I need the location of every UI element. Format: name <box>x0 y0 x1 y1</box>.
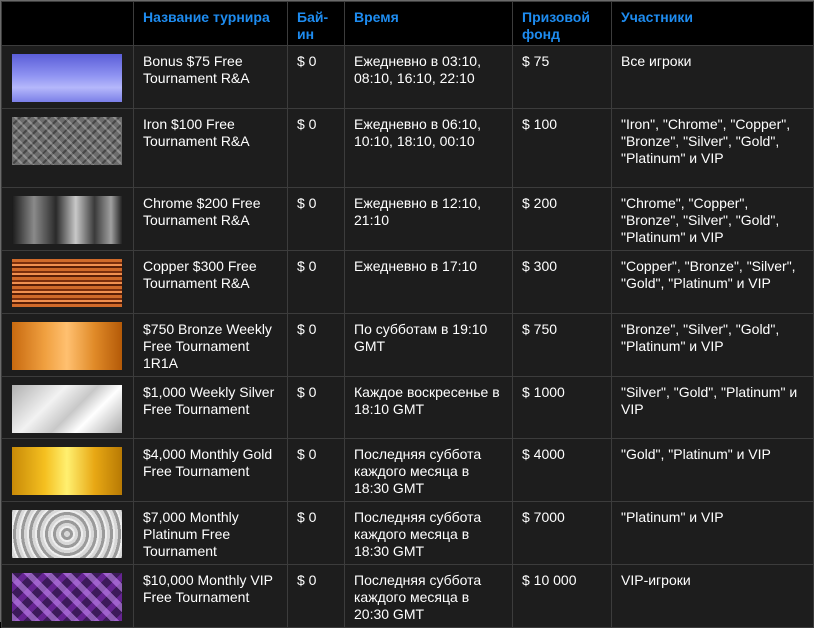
tournament-prize: $ 200 <box>512 187 612 251</box>
iron-texture-icon <box>12 117 122 165</box>
table-header-row: Название турнира Бай-ин Время Призовой ф… <box>1 1 814 46</box>
tournament-time: Последняя суббота каждого месяца в 20:30… <box>344 564 513 628</box>
thumb-cell <box>1 108 134 188</box>
thumb-cell <box>1 250 134 314</box>
thumb-cell <box>1 187 134 251</box>
silver-texture-icon <box>12 385 122 433</box>
tournament-prize: $ 4000 <box>512 438 612 502</box>
tournament-buyin: $ 0 <box>287 187 345 251</box>
tournament-name: Chrome $200 Free Tournament R&A <box>133 187 288 251</box>
tournament-name: Bonus $75 Free Tournament R&A <box>133 45 288 109</box>
tournament-buyin: $ 0 <box>287 564 345 628</box>
thumb-cell <box>1 564 134 628</box>
tournament-name: $750 Bronze Weekly Free Tournament 1R1A <box>133 313 288 377</box>
tournament-players: "Bronze", "Silver", "Gold", "Platinum" и… <box>611 313 814 377</box>
tournament-players: "Platinum" и VIP <box>611 501 814 565</box>
tournament-prize: $ 100 <box>512 108 612 188</box>
thumb-cell <box>1 438 134 502</box>
tournament-buyin: $ 0 <box>287 501 345 565</box>
table-row: Chrome $200 Free Tournament R&A $ 0 Ежед… <box>1 187 814 251</box>
bronze-texture-icon <box>12 322 122 370</box>
thumb-cell <box>1 501 134 565</box>
tournament-time: Ежедневно в 06:10, 10:10, 18:10, 00:10 <box>344 108 513 188</box>
table-row: $750 Bronze Weekly Free Tournament 1R1A … <box>1 313 814 377</box>
tournament-time: По субботам в 19:10 GMT <box>344 313 513 377</box>
tournament-prize: $ 7000 <box>512 501 612 565</box>
table-row: $10,000 Monthly VIP Free Tournament $ 0 … <box>1 564 814 628</box>
tournament-players: "Copper", "Bronze", "Silver", "Gold", "P… <box>611 250 814 314</box>
header-prize: Призовой фонд <box>512 1 612 46</box>
tournament-table-frame: Название турнира Бай-ин Время Призовой ф… <box>0 0 814 628</box>
tournament-buyin: $ 0 <box>287 45 345 109</box>
tournament-name: $4,000 Monthly Gold Free Tournament <box>133 438 288 502</box>
thumb-cell <box>1 376 134 439</box>
table-row: $7,000 Monthly Platinum Free Tournament … <box>1 501 814 565</box>
tournament-name: Iron $100 Free Tournament R&A <box>133 108 288 188</box>
tournament-prize: $ 10 000 <box>512 564 612 628</box>
header-time: Время <box>344 1 513 46</box>
tournament-players: Все игроки <box>611 45 814 109</box>
tournament-name: $1,000 Weekly Silver Free Tournament <box>133 376 288 439</box>
tournament-players: "Iron", "Chrome", "Copper", "Bronze", "S… <box>611 108 814 188</box>
thumb-cell <box>1 313 134 377</box>
header-buyin: Бай-ин <box>287 1 345 46</box>
tournament-time: Последняя суббота каждого месяца в 18:30… <box>344 438 513 502</box>
tournament-buyin: $ 0 <box>287 108 345 188</box>
platinum-texture-icon <box>12 510 122 558</box>
tournament-time: Ежедневно в 12:10, 21:10 <box>344 187 513 251</box>
tournament-players: "Chrome", "Copper", "Bronze", "Silver", … <box>611 187 814 251</box>
chrome-texture-icon <box>12 196 122 244</box>
tournament-players: "Silver", "Gold", "Platinum" и VIP <box>611 376 814 439</box>
tournament-time: Ежедневно в 17:10 <box>344 250 513 314</box>
tournament-buyin: $ 0 <box>287 376 345 439</box>
table-row: Bonus $75 Free Tournament R&A $ 0 Ежедне… <box>1 45 814 109</box>
copper-texture-icon <box>12 259 122 307</box>
header-name: Название турнира <box>133 1 288 46</box>
tournament-time: Ежедневно в 03:10, 08:10, 16:10, 22:10 <box>344 45 513 109</box>
tournament-prize: $ 750 <box>512 313 612 377</box>
tournament-table: Название турнира Бай-ин Время Призовой ф… <box>1 1 814 628</box>
table-row: $1,000 Weekly Silver Free Tournament $ 0… <box>1 376 814 439</box>
table-row: $4,000 Monthly Gold Free Tournament $ 0 … <box>1 438 814 502</box>
vip-texture-icon <box>12 573 122 621</box>
thumb-cell <box>1 45 134 109</box>
table-row: Iron $100 Free Tournament R&A $ 0 Ежедне… <box>1 108 814 188</box>
header-players: Участники <box>611 1 814 46</box>
tournament-buyin: $ 0 <box>287 250 345 314</box>
tournament-buyin: $ 0 <box>287 313 345 377</box>
table-row: Copper $300 Free Tournament R&A $ 0 Ежед… <box>1 250 814 314</box>
tournament-name: Copper $300 Free Tournament R&A <box>133 250 288 314</box>
tournament-prize: $ 300 <box>512 250 612 314</box>
bonus-texture-icon <box>12 54 122 102</box>
tournament-name: $10,000 Monthly VIP Free Tournament <box>133 564 288 628</box>
tournament-time: Последняя суббота каждого месяца в 18:30… <box>344 501 513 565</box>
tournament-players: "Gold", "Platinum" и VIP <box>611 438 814 502</box>
tournament-time: Каждое воскресенье в 18:10 GMT <box>344 376 513 439</box>
tournament-name: $7,000 Monthly Platinum Free Tournament <box>133 501 288 565</box>
tournament-prize: $ 75 <box>512 45 612 109</box>
tournament-players: VIP-игроки <box>611 564 814 628</box>
gold-texture-icon <box>12 447 122 495</box>
tournament-prize: $ 1000 <box>512 376 612 439</box>
header-image <box>1 1 134 46</box>
tournament-buyin: $ 0 <box>287 438 345 502</box>
